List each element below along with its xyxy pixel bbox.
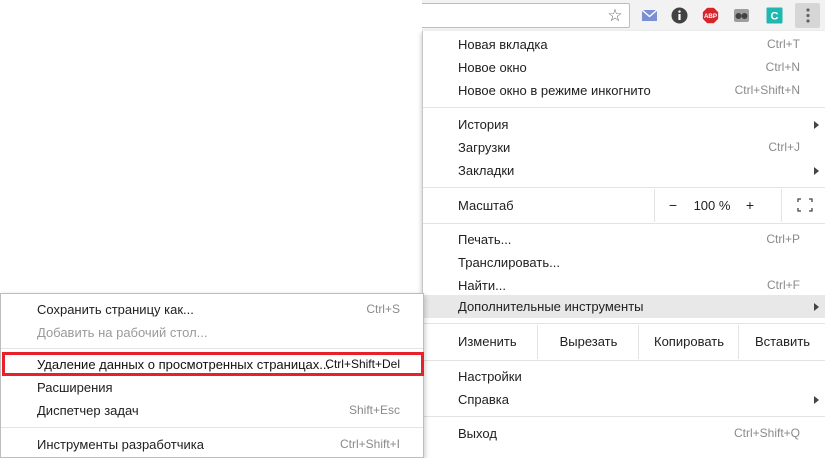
menu-item-label: Транслировать... (458, 255, 560, 270)
submenu-item-shortcut: Shift+Esc (348, 403, 400, 417)
menu-item-shortcut: Ctrl+N (765, 60, 800, 74)
menu-divider (423, 360, 825, 361)
menu-item-help[interactable]: Справка (423, 388, 825, 411)
menu-item-label: Настройки (458, 369, 522, 384)
adblock-plus-label: ABP (704, 13, 717, 20)
zoom-row: Масштаб − 100 % + (423, 189, 825, 222)
submenu-item-shortcut: Ctrl+S (366, 302, 400, 316)
fullscreen-button[interactable] (781, 189, 825, 222)
menu-item-label: Выход (458, 426, 497, 441)
menu-item-shortcut: Ctrl+Shift+N (734, 83, 800, 97)
submenu-item-task-manager[interactable]: Диспетчер задач Shift+Esc (1, 399, 423, 422)
menu-item-shortcut: Ctrl+Shift+Q (733, 426, 800, 440)
browser-toolbar: ☆ ABP C (422, 0, 825, 32)
mail-icon[interactable] (641, 7, 658, 24)
menu-item-exit[interactable]: Выход Ctrl+Shift+Q (423, 422, 825, 445)
menu-item-shortcut: Ctrl+J (768, 140, 800, 154)
zoom-controls: − 100 % + (654, 189, 825, 222)
menu-item-find[interactable]: Найти... Ctrl+F (423, 274, 825, 297)
submenu-item-label: Инструменты разработчика (37, 437, 204, 452)
star-icon[interactable]: ☆ (606, 7, 624, 25)
menu-item-label: Печать... (458, 232, 512, 247)
menu-divider (423, 187, 825, 188)
chrome-main-menu: Новая вкладка Ctrl+T Новое окно Ctrl+N Н… (422, 31, 825, 458)
menu-divider (423, 223, 825, 224)
adblock-plus-icon[interactable]: ABP (702, 7, 719, 24)
zoom-in-button[interactable]: + (739, 189, 761, 222)
menu-item-more-tools[interactable]: Дополнительные инструменты (423, 295, 825, 318)
submenu-item-shortcut: Ctrl+Shift+I (339, 437, 400, 451)
address-bar[interactable]: ☆ (422, 3, 630, 28)
menu-item-label: Найти... (458, 278, 506, 293)
submenu-item-label: Диспетчер задач (37, 403, 139, 418)
zoom-out-button[interactable]: − (662, 189, 684, 222)
menu-item-downloads[interactable]: Загрузки Ctrl+J (423, 136, 825, 159)
menu-item-label: Справка (458, 392, 509, 407)
submenu-item-add-to-desktop: Добавить на рабочий стол... (1, 321, 423, 344)
menu-item-label: История (458, 117, 509, 132)
menu-item-label: Новое окно (458, 60, 527, 75)
menu-item-bookmarks[interactable]: Закладки (423, 159, 825, 182)
menu-item-label: Закладки (458, 163, 515, 178)
more-tools-submenu: Сохранить страницу как... Ctrl+S Добавит… (0, 293, 424, 458)
submenu-arrow-icon (814, 121, 819, 129)
submenu-item-label: Добавить на рабочий стол... (37, 325, 208, 340)
submenu-divider (1, 427, 423, 428)
paste-button[interactable]: Вставить (738, 325, 825, 359)
menu-divider (423, 323, 825, 324)
zoom-value: 100 % (693, 198, 731, 213)
highlight-annotation-box (2, 352, 424, 376)
menu-item-label: Дополнительные инструменты (458, 299, 644, 314)
submenu-item-save-page[interactable]: Сохранить страницу как... Ctrl+S (1, 298, 423, 321)
menu-item-label: Новая вкладка (458, 37, 548, 52)
edit-row: Изменить Вырезать Копировать Вставить (423, 325, 825, 359)
menu-item-incognito-window[interactable]: Новое окно в режиме инкогнито Ctrl+Shift… (423, 79, 825, 102)
menu-item-label: Новое окно в режиме инкогнито (458, 83, 651, 98)
chrome-menu-button[interactable] (795, 3, 820, 28)
menu-item-shortcut: Ctrl+P (766, 232, 800, 246)
zoom-label: Масштаб (458, 198, 514, 213)
submenu-item-label: Сохранить страницу как... (37, 302, 194, 317)
menu-item-label: Загрузки (458, 140, 511, 155)
extension-icon[interactable] (733, 7, 750, 24)
fullscreen-icon (796, 198, 813, 212)
edit-label: Изменить (458, 334, 517, 349)
copy-button[interactable]: Копировать (638, 325, 739, 359)
menu-divider (423, 107, 825, 108)
submenu-arrow-icon (814, 167, 819, 175)
submenu-item-extensions[interactable]: Расширения (1, 376, 423, 399)
menu-item-history[interactable]: История (423, 113, 825, 136)
menu-item-settings[interactable]: Настройки (423, 365, 825, 388)
menu-item-new-window[interactable]: Новое окно Ctrl+N (423, 56, 825, 79)
submenu-divider (1, 348, 423, 349)
info-icon[interactable] (671, 7, 688, 24)
menu-item-print[interactable]: Печать... Ctrl+P (423, 228, 825, 251)
c-extension-icon[interactable]: C (766, 7, 783, 24)
menu-divider (423, 416, 825, 417)
submenu-item-label: Расширения (37, 380, 113, 395)
menu-item-new-tab[interactable]: Новая вкладка Ctrl+T (423, 33, 825, 56)
submenu-arrow-icon (814, 303, 819, 311)
menu-item-shortcut: Ctrl+T (767, 37, 800, 51)
c-extension-label: C (771, 11, 779, 23)
submenu-item-developer-tools[interactable]: Инструменты разработчика Ctrl+Shift+I (1, 433, 423, 456)
submenu-arrow-icon (814, 396, 819, 404)
menu-item-shortcut: Ctrl+F (767, 278, 800, 292)
cut-button[interactable]: Вырезать (537, 325, 639, 359)
menu-item-cast[interactable]: Транслировать... (423, 251, 825, 274)
three-dots-vertical-icon (805, 8, 810, 23)
